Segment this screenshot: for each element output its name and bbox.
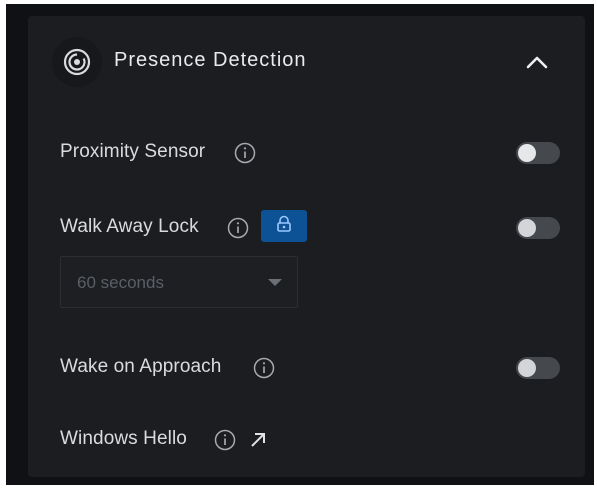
presence-detection-panel: Presence Detection Proximity Sensor Walk… [28, 16, 585, 477]
panel-header[interactable]: Presence Detection [28, 16, 585, 108]
external-link-arrow-icon[interactable] [248, 430, 268, 450]
presence-sensor-icon [52, 37, 102, 87]
proximity-sensor-toggle[interactable] [516, 142, 560, 164]
walk-away-timeout-select[interactable]: 60 seconds [60, 256, 298, 308]
lock-icon [274, 214, 294, 239]
app-frame: Presence Detection Proximity Sensor Walk… [6, 4, 594, 485]
walk-away-lock-info-icon[interactable] [227, 217, 249, 239]
wake-on-approach-info-icon[interactable] [253, 357, 275, 379]
panel-title: Presence Detection [114, 49, 307, 71]
windows-hello-info-icon[interactable] [214, 429, 236, 451]
caret-down-icon [268, 279, 282, 286]
timeout-selected-value: 60 seconds [77, 273, 164, 292]
toggle-knob [518, 144, 536, 162]
toggle-knob [518, 359, 536, 377]
walk-away-lock-badge[interactable] [261, 210, 307, 242]
windows-hello-label[interactable]: Windows Hello [60, 428, 187, 450]
wake-on-approach-toggle[interactable] [516, 357, 560, 379]
toggle-knob [518, 219, 536, 237]
proximity-sensor-info-icon[interactable] [234, 142, 256, 164]
walk-away-lock-label: Walk Away Lock [60, 216, 199, 237]
proximity-sensor-label: Proximity Sensor [60, 141, 206, 162]
walk-away-lock-toggle[interactable] [516, 217, 560, 239]
wake-on-approach-label: Wake on Approach [60, 356, 222, 377]
chevron-up-icon[interactable] [522, 50, 552, 74]
